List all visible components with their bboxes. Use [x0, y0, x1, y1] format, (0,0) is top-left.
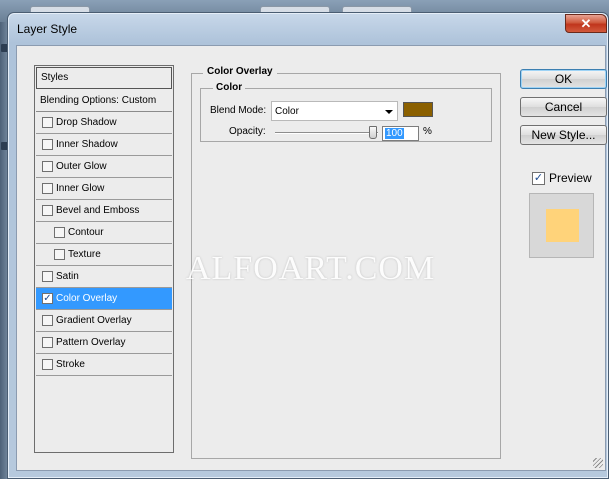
blend-mode-label: Blend Mode:: [210, 105, 267, 116]
opacity-label: Opacity:: [229, 126, 266, 137]
dialog-client-area: Styles Blending Options: Custom Drop Sha…: [16, 45, 607, 471]
chevron-down-icon: [385, 110, 393, 114]
style-item-label: Inner Glow: [56, 183, 105, 194]
opacity-slider-thumb[interactable]: [369, 126, 377, 139]
preview-color-swatch: [546, 209, 579, 242]
checkbox-icon[interactable]: [42, 359, 53, 370]
blend-mode-value: Color: [275, 106, 299, 117]
style-item-drop-shadow[interactable]: Drop Shadow: [36, 112, 172, 134]
style-item-label: Drop Shadow: [56, 117, 117, 128]
styles-header[interactable]: Styles: [36, 67, 172, 89]
checkbox-icon[interactable]: [42, 117, 53, 128]
style-item-contour[interactable]: Contour: [36, 222, 172, 244]
style-item-stroke[interactable]: Stroke: [36, 354, 172, 376]
checkbox-checked-icon[interactable]: ✓: [42, 293, 53, 304]
style-item-label: Contour: [68, 227, 104, 238]
checkbox-icon[interactable]: [42, 139, 53, 150]
style-item-satin[interactable]: Satin: [36, 266, 172, 288]
preview-label: Preview: [549, 171, 592, 185]
style-item-label: Satin: [56, 271, 79, 282]
new-style-button[interactable]: New Style...: [520, 125, 607, 145]
close-icon: ✕: [580, 16, 592, 31]
section-title: Color Overlay: [203, 66, 277, 77]
blending-options-item[interactable]: Blending Options: Custom: [36, 92, 172, 112]
opacity-unit: %: [423, 126, 432, 137]
style-item-label: Bevel and Emboss: [56, 205, 140, 216]
checkbox-icon[interactable]: [42, 315, 53, 326]
checkbox-icon[interactable]: [42, 183, 53, 194]
ok-button[interactable]: OK: [520, 69, 607, 89]
blend-mode-select[interactable]: Color: [271, 101, 398, 121]
style-item-label: Inner Shadow: [56, 139, 118, 150]
checkbox-icon[interactable]: [42, 205, 53, 216]
overlay-color-swatch[interactable]: [403, 102, 433, 117]
checkbox-icon[interactable]: [42, 161, 53, 172]
style-item-inner-glow[interactable]: Inner Glow: [36, 178, 172, 200]
style-item-gradient-overlay[interactable]: Gradient Overlay: [36, 310, 172, 332]
style-item-label: Texture: [68, 249, 101, 260]
checkbox-icon[interactable]: [54, 249, 65, 260]
opacity-slider-track[interactable]: [275, 132, 378, 134]
cancel-button[interactable]: Cancel: [520, 97, 607, 117]
style-item-outer-glow[interactable]: Outer Glow: [36, 156, 172, 178]
checkbox-icon[interactable]: [42, 271, 53, 282]
style-item-label: Outer Glow: [56, 161, 107, 172]
style-item-bevel-and-emboss[interactable]: Bevel and Emboss: [36, 200, 172, 222]
checkbox-icon[interactable]: [42, 337, 53, 348]
opacity-value: 100: [385, 128, 404, 139]
style-item-label: Color Overlay: [56, 293, 118, 304]
layer-style-dialog: Layer Style ✕ Styles Blending Options: C…: [7, 12, 609, 479]
style-item-label: Stroke: [56, 359, 85, 370]
preview-thumbnail: [529, 193, 594, 258]
resize-grip-icon[interactable]: [593, 458, 603, 468]
checkbox-icon[interactable]: [54, 227, 65, 238]
style-item-label: Gradient Overlay: [56, 315, 132, 326]
styles-list-panel: Styles Blending Options: Custom Drop Sha…: [34, 65, 174, 453]
close-button[interactable]: ✕: [565, 14, 607, 33]
style-item-inner-shadow[interactable]: Inner Shadow: [36, 134, 172, 156]
color-group-title: Color: [213, 82, 246, 93]
style-item-pattern-overlay[interactable]: Pattern Overlay: [36, 332, 172, 354]
style-item-texture[interactable]: Texture: [36, 244, 172, 266]
style-item-color-overlay[interactable]: ✓ Color Overlay: [36, 288, 172, 310]
dialog-title: Layer Style: [17, 22, 78, 36]
checkbox-checked-icon[interactable]: ✓: [532, 172, 545, 185]
style-item-label: Pattern Overlay: [56, 337, 126, 348]
opacity-input[interactable]: 100: [382, 126, 419, 141]
